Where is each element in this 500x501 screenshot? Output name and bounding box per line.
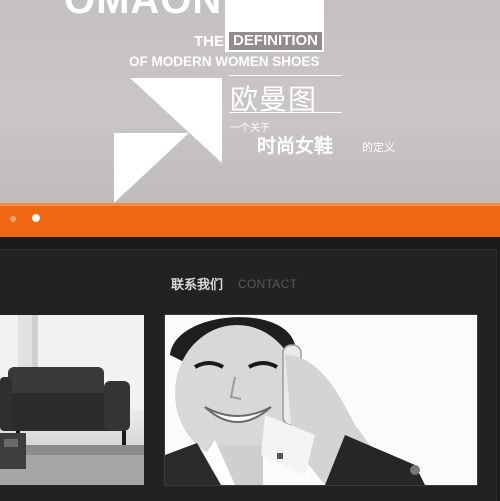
- slider-bar: [0, 203, 500, 237]
- hero-chinese-big: 时尚女鞋: [257, 135, 334, 157]
- sofa-photo[interactable]: [0, 315, 144, 485]
- hero-rule-bottom: [229, 112, 342, 113]
- slider-dot-2-active[interactable]: [32, 214, 40, 222]
- slider-dot-1[interactable]: [10, 216, 16, 222]
- hero-chinese-tail: 的定义: [362, 141, 395, 154]
- hero-banner[interactable]: OMAONY'S THE DEFINITION OF MODERN WOMEN …: [0, 0, 500, 203]
- hero-rule-top: [229, 75, 342, 76]
- customer-service-photo[interactable]: [164, 314, 478, 486]
- sofa-illustration: [0, 315, 144, 485]
- triangle-lower: [114, 133, 189, 203]
- contact-subtitle: CONTACT: [238, 277, 298, 291]
- woman-on-phone-illustration: [165, 315, 477, 485]
- contact-title: 联系我们: [171, 278, 224, 293]
